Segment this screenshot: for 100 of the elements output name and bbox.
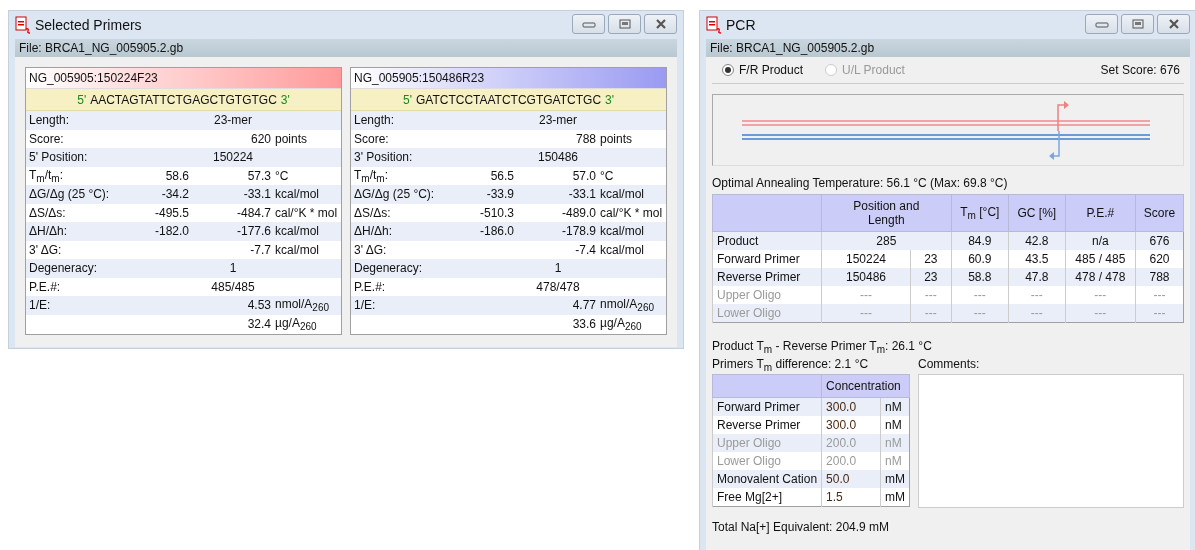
concentration-input[interactable]: 1.5 [821,488,881,507]
close-button[interactable] [644,14,677,34]
table-cell: 788 [1135,268,1184,286]
property-label: Degeneracy: [29,261,99,276]
column-header: GC [%] [1008,194,1066,232]
property-value: 57.3 [246,168,271,183]
unit-label: nM [880,434,910,452]
property-label: Degeneracy: [354,261,424,276]
product-tm-difference-label: Product T$_{m}$ - Reverse Primer T$_{m}$: 26.1 °C [712,338,933,355]
property-label: 3' Position: [354,150,414,165]
property-value: 620 [249,131,271,146]
property-label: Score: [354,131,390,146]
column-header: Score [1135,194,1184,232]
column-header: T$_{m}$ [°C] [951,194,1009,232]
row-label: Lower Oligo [712,304,822,323]
window-title: Selected Primers [35,17,143,33]
unit-label: kcal/mol [599,187,644,202]
property-value: 56.5 [489,168,514,183]
sequence-end-label: 3' [605,92,614,107]
sequence-end-label: 3' [280,92,290,107]
minimize-button[interactable] [572,14,605,34]
minimize-icon [1094,20,1109,28]
unit-label: kcal/mol [599,242,644,257]
concentration-input[interactable]: 50.0 [821,470,881,488]
property-value: 4.53 [246,298,271,313]
radio-option[interactable]: F/R Product [722,63,804,77]
sequence-end-label: 5' [77,92,87,107]
unit-label: nmol/A$_{260}$ [274,297,330,314]
unit-label: µg/A$_{260}$ [274,315,317,332]
table-cell: --- [1065,304,1136,323]
property-label: 1/E: [354,298,377,313]
unit-label: mM [880,488,910,507]
unit-label: °C [274,168,289,183]
unit-label: cal/°K * mol [274,205,338,220]
unit-label: kcal/mol [274,224,319,239]
property-value: -34.2 [160,187,189,202]
column-header: Concentration [821,374,910,398]
property-label: ΔG/Δg (25 °C): [29,187,111,202]
table-cell: 150486 [821,268,911,286]
property-label: P.E.#: [29,279,62,294]
unit-label: kcal/mol [599,224,644,239]
property-label: Length: [354,113,396,128]
document-icon [15,16,31,34]
property-value: -33.1 [242,187,271,202]
unit-label: µg/A$_{260}$ [599,315,642,332]
column-header: P.E.# [1065,194,1136,232]
property-label: Score: [29,131,65,146]
property-value: 32.4 [246,316,271,331]
unit-label: mM [880,470,910,488]
unit-label: °C [599,168,614,183]
property-value: -489.0 [560,205,596,220]
property-value: -178.9 [560,224,596,239]
radio-option: U/L Product [825,63,905,77]
primer-sequence: GATCTCCTAATCTCGTGATCTGC [415,92,602,107]
sequence-end-label: 5' [403,92,412,107]
property-label: ΔH/Δh: [29,224,69,239]
column-header: Position and Length [821,194,952,232]
property-value: -7.7 [249,242,271,257]
property-label: T$_{m}$/t$_{m}$: [29,167,65,184]
table-cell: --- [1008,304,1066,323]
property-value: 1 [553,261,563,276]
property-value: 4.77 [571,298,596,313]
row-label: Upper Oligo [712,434,822,452]
close-icon [653,19,668,29]
property-value: 788 [574,131,596,146]
property-value: -33.9 [485,187,514,202]
property-label: 1/E: [29,298,52,313]
table-cell: --- [1135,304,1184,323]
property-label: ΔS/Δs: [29,205,67,220]
primer-sequence: AACTAGTATTCTGAGCTGTGTGC [90,92,277,107]
property-value: -33.1 [567,187,596,202]
property-value: -510.3 [478,205,514,220]
property-value: -177.6 [235,224,271,239]
set-score-label: Set Score: 676 [1100,63,1180,77]
table-cell: --- [910,304,952,323]
table-cell: --- [821,304,911,323]
property-label: ΔG/Δg (25 °C): [354,187,436,202]
total-equivalent-label: Total Na[+] Equivalent: 204.9 mM [712,519,891,536]
maximize-button[interactable] [608,14,641,34]
property-value: -7.4 [574,242,596,257]
property-value: -484.7 [235,205,271,220]
maximize-icon [617,19,632,29]
property-value: 485/485 [210,279,256,294]
close-button[interactable] [1157,14,1190,34]
property-value: 478/478 [535,279,581,294]
unit-label: points [599,131,633,146]
property-label: 3' ΔG: [354,242,388,257]
property-label: 3' ΔG: [29,242,63,257]
table-cell: --- [951,304,1009,323]
minimize-icon [581,20,596,28]
property-value: 33.6 [571,316,596,331]
document-icon [706,16,722,34]
property-label: 5' Position: [29,150,89,165]
comments-field[interactable] [918,374,1184,508]
minimize-button[interactable] [1085,14,1118,34]
maximize-button[interactable] [1121,14,1154,34]
row-label: Free Mg[2+] [712,488,822,507]
unit-label: points [274,131,308,146]
primers-tm-difference-label: Primers T$_{m}$ difference: 2.1 °C [712,356,870,373]
table-cell: 478 / 478 [1065,268,1136,286]
